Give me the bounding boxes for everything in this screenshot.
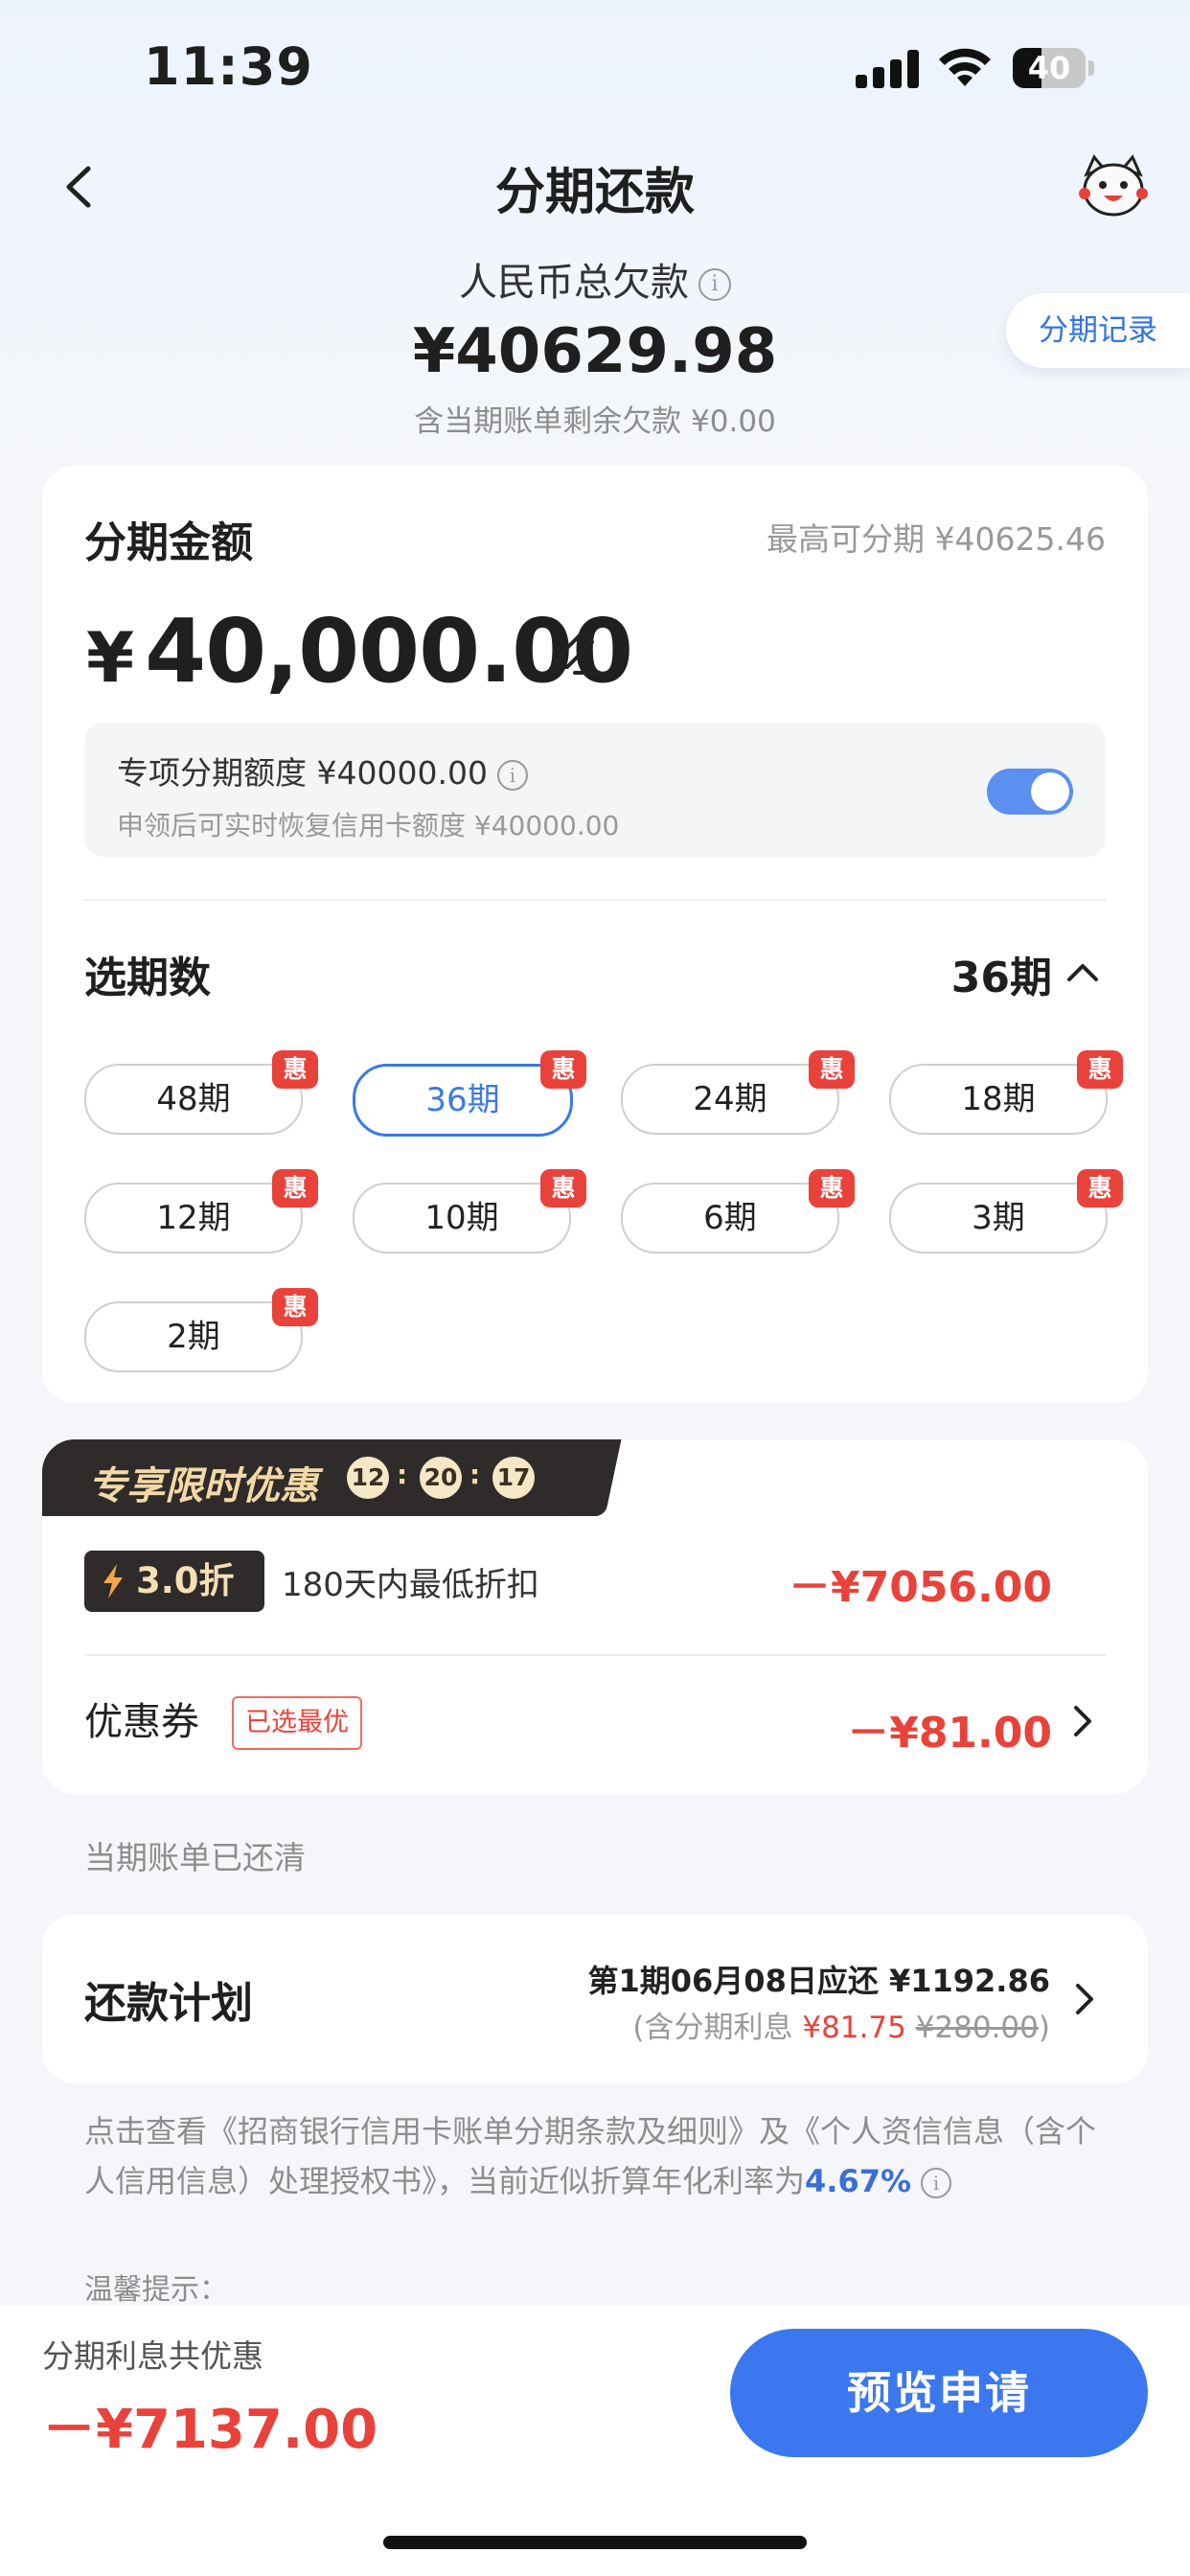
period-option[interactable]: 3期 <box>889 1183 1108 1254</box>
installment-interest: (含分期利息 ¥81.75 ¥280.00) <box>632 2003 1050 2046</box>
interest-prefix: (含分期利息 <box>632 2011 803 2045</box>
discount-description: 180天内最低折扣 <box>282 1566 539 1604</box>
quota-info-icon[interactable]: i <box>496 759 528 791</box>
discount-badge-hui: 惠 <box>809 1050 855 1089</box>
info-icon[interactable]: i <box>698 268 731 301</box>
installment-amount-card: 分期金额 最高可分期 ¥40625.46 ¥40,000.00 专项分期额度 ¥… <box>42 466 1148 1403</box>
divider <box>84 1654 1106 1656</box>
promo-card: 专享限时优惠 12 : 20 : 17 3.0折 180天内最低折扣 －¥705… <box>42 1439 1148 1794</box>
annual-rate: 4.67% <box>805 2163 912 2199</box>
status-time: 11:39 <box>144 36 313 97</box>
special-quota-toggle[interactable] <box>987 769 1073 815</box>
first-installment: 第1期06月08日应还 ¥1192.86 <box>587 1963 1051 1999</box>
current-bill-settled: 当期账单已还清 <box>84 1839 306 1876</box>
timer-minutes: 20 <box>420 1457 462 1499</box>
timer-separator: : <box>469 1459 481 1490</box>
special-quota-text: 专项分期额度 ¥40000.00 <box>117 754 488 792</box>
periods-label: 选期数 <box>84 954 211 1002</box>
discount-badge-hui: 惠 <box>1077 1050 1123 1089</box>
coupon-best-tag: 已选最优 <box>232 1696 362 1750</box>
special-quota-box: 专项分期额度 ¥40000.00 i 申领后可实时恢复信用卡额度 ¥40000.0… <box>84 723 1106 857</box>
promo-title: 专享限时优惠 <box>88 1464 318 1508</box>
timer-seconds: 17 <box>492 1457 535 1499</box>
interest-savings-amount: －¥7137.00 <box>42 2399 378 2461</box>
discount-badge-hui: 惠 <box>272 1050 318 1089</box>
discount-badge-hui: 惠 <box>1077 1169 1123 1208</box>
coupon-label[interactable]: 优惠券 <box>84 1690 199 1746</box>
battery-icon: 40 <box>1013 48 1095 88</box>
periods-selected-value[interactable]: 36期 <box>951 943 1052 1004</box>
special-quota-subtitle: 申领后可实时恢复信用卡额度 ¥40000.00 <box>117 810 620 841</box>
period-option[interactable]: 18期 <box>889 1064 1108 1135</box>
period-option[interactable]: 10期 <box>353 1183 571 1254</box>
interest-original: ¥280.00 <box>915 2011 1039 2045</box>
chevron-right-icon[interactable] <box>1073 1982 1096 2016</box>
divider <box>84 899 1106 901</box>
rate-info-icon[interactable]: i <box>921 2168 952 2198</box>
currency-symbol: ¥ <box>86 617 134 698</box>
coupon-amount[interactable]: －¥81.00 <box>847 1698 1052 1760</box>
home-indicator[interactable] <box>383 2536 807 2549</box>
terms-text[interactable]: 点击查看《招商银行信用卡账单分期条款及细则》及《个人资信信息（含个人信用信息）处… <box>84 2106 1106 2206</box>
total-debt-label: 人民币总欠款 i <box>0 251 1190 307</box>
tips-label: 温馨提示： <box>84 2273 228 2307</box>
chevron-right-icon[interactable] <box>1071 1704 1094 1738</box>
discount-badge-hui: 惠 <box>272 1288 318 1326</box>
page-title: 分期还款 <box>494 164 695 221</box>
battery-level: 40 <box>1027 50 1071 86</box>
period-option[interactable]: 24期 <box>621 1064 839 1135</box>
mascot-avatar-icon[interactable] <box>1077 153 1150 220</box>
discount-amount: －¥7056.00 <box>788 1563 1052 1612</box>
discount-badge-hui: 惠 <box>540 1050 586 1089</box>
total-debt-amount: ¥40629.98 <box>412 316 778 387</box>
total-debt-label-text: 人民币总欠款 <box>459 261 689 305</box>
toggle-knob <box>1031 772 1069 811</box>
timer-hours: 12 <box>347 1457 389 1499</box>
installment-amount-label: 分期金额 <box>84 518 253 567</box>
repayment-plan-card[interactable]: 还款计划 第1期06月08日应还 ¥1192.86 (含分期利息 ¥81.75 … <box>42 1915 1148 2083</box>
wifi-icon <box>939 48 991 86</box>
discount-badge: 3.0折 <box>84 1551 264 1612</box>
period-option[interactable]: 6期 <box>621 1183 839 1254</box>
special-quota-title: 专项分期额度 ¥40000.00 i <box>117 748 528 794</box>
interest-suffix: ) <box>1038 2011 1050 2045</box>
discount-badge-hui: 惠 <box>272 1169 318 1208</box>
lightning-icon <box>103 1564 123 1598</box>
discount-badge-hui: 惠 <box>540 1169 586 1208</box>
cellular-signal-icon <box>856 50 919 88</box>
edit-pencil-icon[interactable] <box>542 621 604 682</box>
period-option[interactable]: 12期 <box>84 1183 303 1254</box>
max-installment: 最高可分期 ¥40625.46 <box>767 520 1106 558</box>
discount-badge-text: 3.0折 <box>136 1560 235 1601</box>
repayment-plan-label: 还款计划 <box>84 1979 253 2028</box>
period-option[interactable]: 2期 <box>84 1301 303 1372</box>
timer-separator: : <box>397 1459 408 1490</box>
preview-apply-button[interactable]: 预览申请 <box>730 2329 1148 2457</box>
discount-badge-hui: 惠 <box>809 1169 855 1208</box>
chevron-up-icon[interactable] <box>1065 954 1100 989</box>
remaining-balance: 含当期账单剩余欠款 ¥0.00 <box>414 404 776 439</box>
interest-discounted: ¥81.75 <box>802 2011 906 2045</box>
interest-savings-label: 分期利息共优惠 <box>42 2337 263 2375</box>
period-option[interactable]: 48期 <box>84 1064 303 1135</box>
